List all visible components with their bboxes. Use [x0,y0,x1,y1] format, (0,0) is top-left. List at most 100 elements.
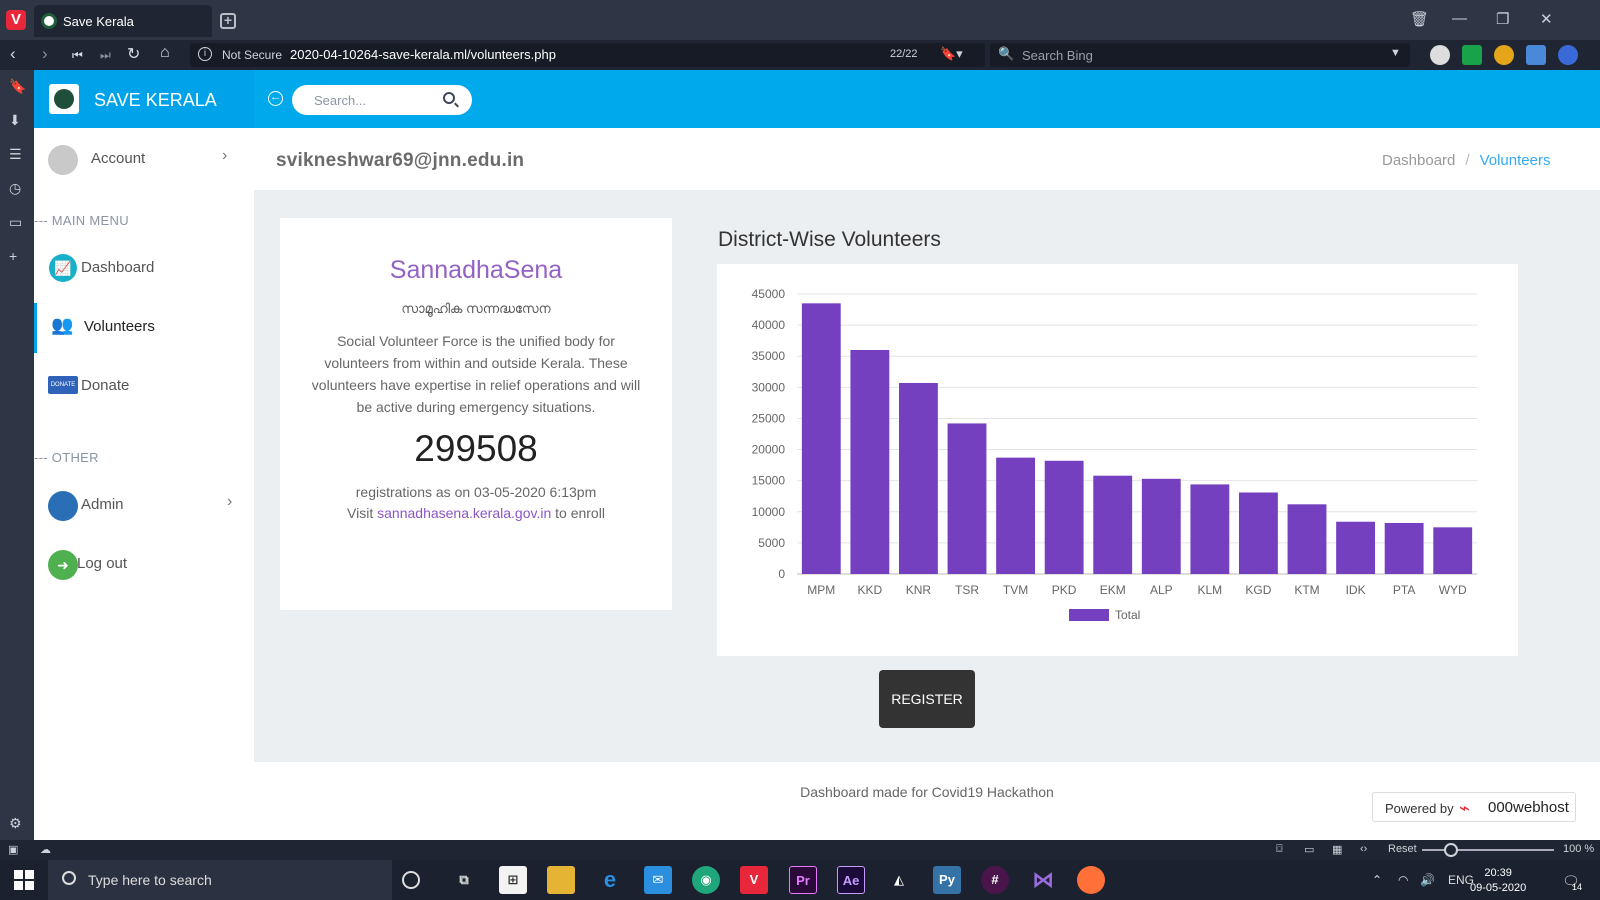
slack-icon[interactable]: # [981,866,1009,894]
bar-tsr [947,423,987,574]
register-button[interactable]: REGISTER [879,670,975,728]
premiere-icon[interactable]: Pr [789,866,817,894]
x-tick-label: KTM [1294,583,1319,597]
x-tick-label: KGD [1245,583,1271,597]
page-actions-icon[interactable]: ‹› [1360,843,1367,855]
home-icon[interactable]: ⌂ [160,44,170,62]
dashboard-chart-icon: 📈 [49,254,77,282]
y-tick-label: 25000 [752,411,786,425]
trash-icon[interactable]: 🗑 [1410,10,1429,28]
bookmarks-panel-icon[interactable]: 🔖 [9,78,26,95]
sync-cloud-icon[interactable]: ☁ [40,843,51,856]
reload-icon[interactable]: ↻ [127,44,140,64]
images-icon[interactable]: ▦ [1332,843,1342,856]
profile-avatar-icon[interactable] [1430,45,1450,65]
volunteer-count: 299508 [414,428,538,469]
tab-title: Save Kerala [63,14,134,29]
zoom-slider[interactable] [1422,843,1554,857]
search-input[interactable]: Search... [292,85,472,115]
panel-toggle-icon[interactable]: ▣ [8,843,18,856]
file-explorer-icon[interactable] [547,866,575,894]
restore-icon[interactable]: ❐ [1496,10,1509,28]
minimize-icon[interactable]: — [1452,10,1467,27]
extension-vpn-icon[interactable] [1558,45,1578,65]
firefox-icon[interactable] [1077,866,1105,894]
search-engine-field[interactable]: 🔍 Search Bing ▼ [990,43,1410,67]
chevron-right-icon: › [222,147,228,164]
bar-alp [1141,478,1181,574]
rewind-icon[interactable]: ⏮ [72,48,83,63]
store-icon[interactable]: ⊞ [499,866,527,894]
vivaldi-menu-icon[interactable]: V [6,10,26,30]
sidebar-item-dashboard[interactable]: 📈 Dashboard [34,244,254,294]
python-icon[interactable]: Py [933,866,961,894]
close-window-icon[interactable]: ✕ [1540,10,1553,28]
task-view-icon[interactable]: ⧉ [450,866,478,894]
zoom-level: 100 % [1563,843,1595,855]
vivaldi-taskbar-icon[interactable]: V [740,866,768,894]
taskbar-clock[interactable]: 20:39 09-05-2020 [1470,866,1526,896]
web-page: SAVE KERALA Account › --- MAIN MENU 📈 Da… [34,70,1600,840]
enroll-link[interactable]: sannadhasena.kerala.gov.in [377,505,551,521]
collapse-sidebar-icon[interactable]: ← [268,91,283,106]
window-panel-icon[interactable]: ▭ [9,214,22,231]
volume-icon[interactable]: 🔊 [1420,873,1435,887]
visit-prefix: Visit [347,505,374,521]
clock-date: 09-05-2020 [1470,882,1527,894]
cortana-icon[interactable] [402,871,420,889]
bar-chart-svg: 0 5000 10000 15000 20000 25000 30000 35000 40000… [752,287,1477,622]
maps-icon[interactable]: ◉ [692,866,720,894]
after-effects-icon[interactable]: Ae [837,866,865,894]
tab-counter: 22/22 [890,48,918,60]
x-tick-label: KNR [906,583,932,597]
downloads-panel-icon[interactable]: ⬇ [9,112,21,129]
site-info-icon[interactable]: i [198,47,212,61]
settings-gear-icon[interactable]: ⚙ [9,815,22,832]
visual-studio-icon[interactable]: ⋈ [1029,866,1057,894]
extension-camera-icon[interactable] [1526,45,1546,65]
taskbar-search[interactable]: Type here to search [48,860,392,900]
extension-translate-icon[interactable] [1494,45,1514,65]
bookmark-icon[interactable]: 🔖▾ [940,46,963,62]
capture-icon[interactable]: ⌼ [1276,843,1283,856]
tiling-icon[interactable]: ▭ [1304,843,1314,856]
tray-expand-icon[interactable]: ⌃ [1372,873,1382,887]
notes-panel-icon[interactable]: ☰ [9,146,22,163]
zoom-reset-label[interactable]: Reset [1388,843,1417,855]
mail-icon[interactable]: ✉ [644,866,672,894]
other-heading: --- OTHER [34,450,99,465]
extension-download-icon[interactable] [1462,45,1482,65]
bar-mpm [801,303,841,574]
chevron-down-icon[interactable]: ▼ [1390,47,1401,59]
sidebar-item-logout[interactable]: ➜ Log out [34,540,254,590]
sidebar-item-admin[interactable]: Admin › [34,481,254,531]
powered-by-badge[interactable]: Powered by ⌁ 000webhost [1372,792,1576,822]
breadcrumb-home[interactable]: Dashboard [1382,152,1455,169]
visit-line: Visit sannadhasena.kerala.gov.in to enro… [280,505,672,521]
forward-icon[interactable]: › [42,44,48,64]
sidebar-account[interactable]: Account › [34,135,254,185]
fast-forward-icon[interactable]: ⏭ [100,48,111,63]
brand-header[interactable]: SAVE KERALA [34,70,254,128]
add-panel-icon[interactable]: + [9,248,17,264]
windows-start-icon[interactable] [14,870,34,890]
sidebar-item-volunteers[interactable]: 👥 Volunteers [34,303,254,353]
y-tick-label: 45000 [752,287,786,301]
sidebar-item-donate[interactable]: DONATE Donate [34,362,254,412]
address-bar[interactable]: i Not Secure 2020-04-10264-save-kerala.m… [190,43,985,67]
url-text[interactable]: 2020-04-10264-save-kerala.ml/volunteers.… [290,47,556,62]
y-tick-label: 15000 [752,474,786,488]
wifi-icon[interactable]: ◠ [1398,873,1408,887]
app-sidebar: SAVE KERALA Account › --- MAIN MENU 📈 Da… [34,70,254,840]
bar-idk [1336,521,1375,574]
browser-tab[interactable]: Save Kerala [34,5,212,37]
x-tick-label: TVM [1003,583,1028,597]
account-avatar-icon [48,145,78,175]
history-panel-icon[interactable]: ◷ [9,180,21,197]
search-icon[interactable] [443,92,455,104]
back-icon[interactable]: ‹ [10,44,16,64]
bar-ktm [1287,504,1327,574]
new-tab-icon[interactable]: + [220,13,236,29]
edge-icon[interactable]: e [596,866,624,894]
unity-icon[interactable]: ◭ [885,866,913,894]
